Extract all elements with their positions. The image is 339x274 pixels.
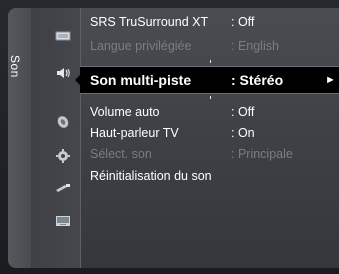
menu-item-value: : Off (231, 15, 255, 29)
menu-item-value: : English (231, 39, 279, 53)
menu-item-label: Sélect. son (90, 147, 152, 161)
menu-item-label: Réinitialisation du son (90, 169, 212, 183)
picture-icon[interactable] (55, 29, 71, 43)
scroll-tick-top (210, 60, 211, 63)
menu-item-label: Volume auto (90, 105, 160, 119)
menu-item-label: Haut-parleur TV (90, 126, 179, 140)
category-tab[interactable] (8, 8, 31, 268)
setup-icon[interactable] (55, 149, 71, 163)
menu-item-label: Langue privilégiée (90, 39, 192, 53)
category-tab-label: Son (8, 55, 22, 78)
selection-pointer (75, 74, 81, 86)
submenu-arrow-icon: ► (325, 74, 336, 86)
menu-item-multi-track-sound[interactable]: Son multi-piste : Stéréo ► (80, 66, 339, 94)
menu-item-value: : Principale (231, 147, 293, 161)
menu-item-value: : On (231, 126, 255, 140)
menu-item-value: : Off (231, 105, 255, 119)
menu-item-label: SRS TruSurround XT (90, 15, 209, 29)
menu-item-label: Son multi-piste (90, 72, 192, 88)
input-icon[interactable] (55, 181, 71, 195)
scroll-tick-bottom (210, 96, 211, 99)
application-icon[interactable] (55, 214, 71, 228)
menu-item-value: : Stéréo (231, 72, 284, 88)
channel-icon[interactable] (55, 115, 71, 129)
icon-column (31, 8, 81, 268)
sound-icon[interactable] (55, 66, 71, 80)
